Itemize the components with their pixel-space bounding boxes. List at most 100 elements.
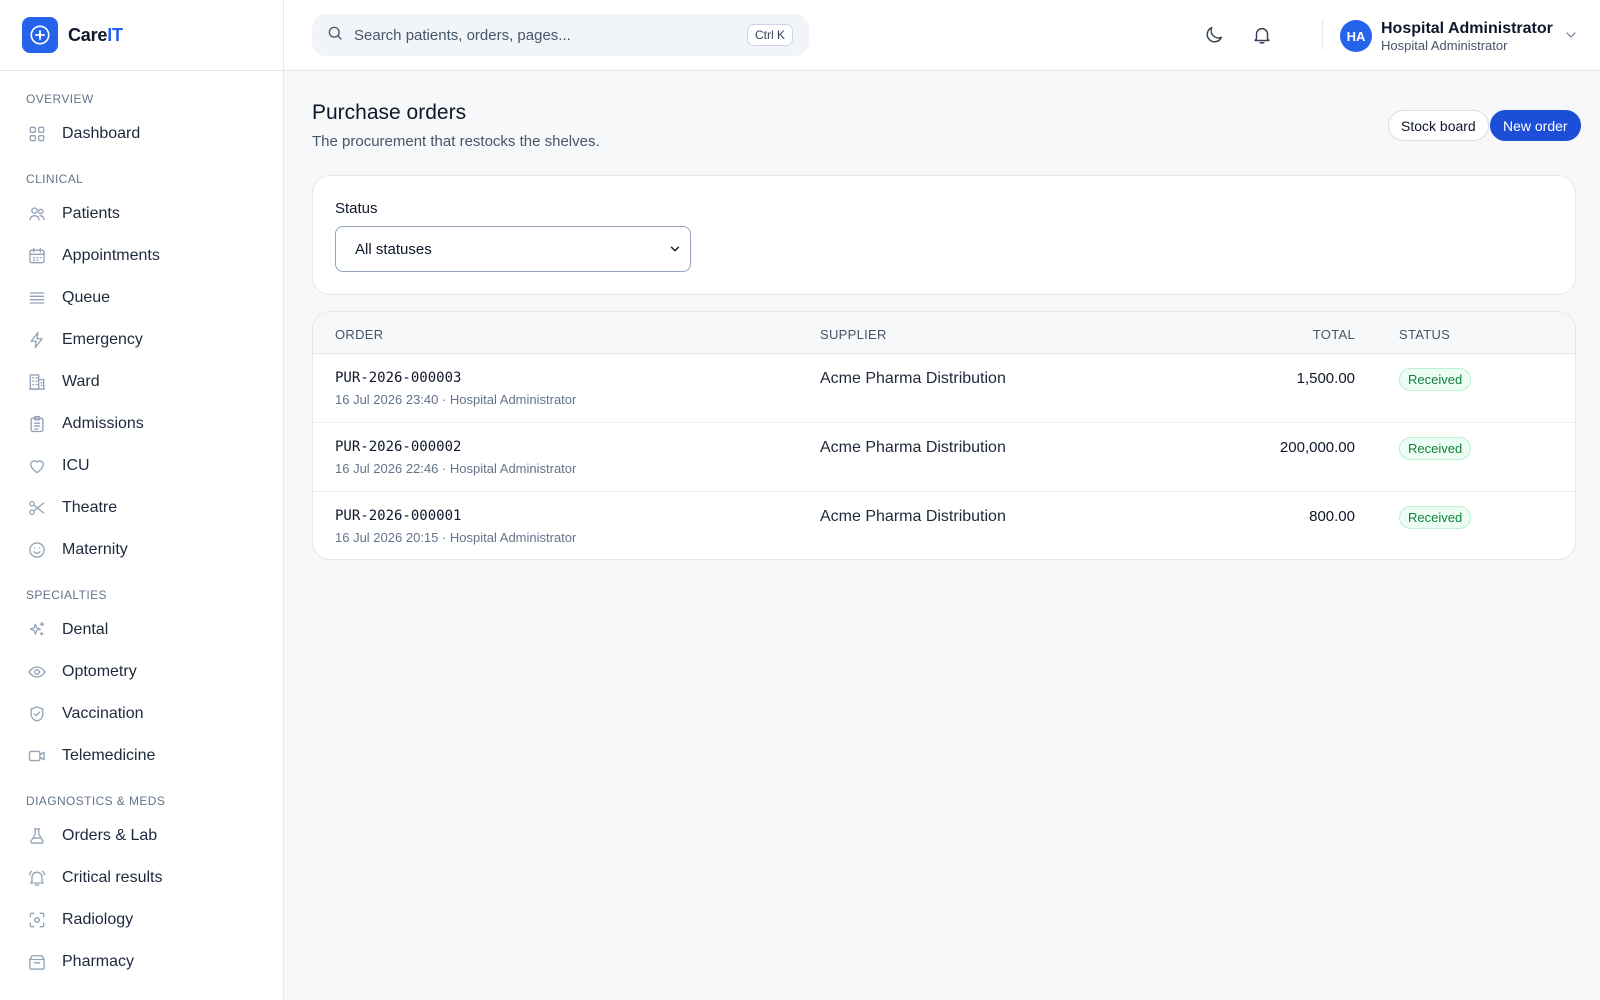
sidebar-item-ward[interactable]: Ward bbox=[0, 361, 283, 403]
sidebar-nav: OVERVIEW Dashboard CLINICAL Patients App… bbox=[0, 71, 283, 983]
bell-icon[interactable] bbox=[1249, 22, 1275, 48]
column-header-order[interactable]: ORDER bbox=[335, 327, 383, 342]
sidebar-item-label: ICU bbox=[62, 457, 90, 474]
sidebar-item-emergency[interactable]: Emergency bbox=[0, 319, 283, 361]
status-filter-label: Status bbox=[335, 200, 378, 217]
topbar-divider bbox=[1322, 20, 1323, 50]
sidebar-item-telemedicine[interactable]: Telemedicine bbox=[0, 735, 283, 777]
new-order-button[interactable]: New order bbox=[1490, 110, 1581, 141]
order-total: 200,000.00 bbox=[1279, 439, 1355, 456]
nav-heading: DIAGNOSTICS & MEDS bbox=[26, 794, 166, 808]
user-info: Hospital Administrator Hospital Administ… bbox=[1381, 19, 1553, 54]
search-input[interactable] bbox=[354, 26, 734, 44]
sidebar-item-label: Maternity bbox=[62, 541, 128, 558]
sidebar-item-label: Orders & Lab bbox=[62, 827, 158, 844]
scan-icon bbox=[26, 909, 48, 931]
column-header-supplier[interactable]: SUPPLIER bbox=[820, 327, 887, 342]
status-filter-value: All statuses bbox=[355, 240, 432, 258]
sidebar-item-admissions[interactable]: Admissions bbox=[0, 403, 283, 445]
clipboard-icon bbox=[26, 413, 48, 435]
status-filter-select[interactable]: All statuses bbox=[335, 226, 691, 272]
table-header: ORDER SUPPLIER TOTAL STATUS bbox=[313, 312, 1575, 354]
user-role: Hospital Administrator bbox=[1381, 37, 1508, 53]
main-content: Purchase orders The procurement that res… bbox=[284, 71, 1600, 1000]
sidebar-item-orders-lab[interactable]: Orders & Lab bbox=[0, 815, 283, 857]
order-total: 800.00 bbox=[1309, 508, 1355, 525]
brand-name-prefix: Care bbox=[68, 24, 108, 45]
search-shortcut-hint: Ctrl K bbox=[747, 24, 793, 46]
brand-name: CareIT bbox=[68, 25, 123, 46]
nav-heading: SPECIALTIES bbox=[26, 588, 107, 602]
chevron-down-icon bbox=[1563, 27, 1579, 48]
sidebar-item-label: Dashboard bbox=[62, 125, 141, 142]
supplier-name: Acme Pharma Distribution bbox=[820, 439, 1006, 456]
sidebar-item-icu[interactable]: ICU bbox=[0, 445, 283, 487]
moon-icon[interactable] bbox=[1201, 22, 1227, 48]
nav-heading: OVERVIEW bbox=[26, 92, 94, 106]
search-box[interactable]: Ctrl K bbox=[312, 14, 809, 56]
order-meta: 16 Jul 2026 23:40 · Hospital Administrat… bbox=[335, 392, 577, 407]
sidebar-item-theatre[interactable]: Theatre bbox=[0, 487, 283, 529]
sidebar-item-dental[interactable]: Dental bbox=[0, 609, 283, 651]
sidebar: CareIT OVERVIEW Dashboard CLINICAL Patie… bbox=[0, 0, 284, 1000]
user-menu[interactable]: HA Hospital Administrator Hospital Admin… bbox=[1340, 16, 1579, 56]
order-number[interactable]: PUR-2026-000001 bbox=[335, 508, 461, 524]
sidebar-item-label: Queue bbox=[62, 289, 111, 306]
order-meta: 16 Jul 2026 22:46 · Hospital Administrat… bbox=[335, 461, 577, 476]
heart-icon bbox=[26, 455, 48, 477]
table-row[interactable]: PUR-2026-000002 16 Jul 2026 22:46 · Hosp… bbox=[313, 423, 1575, 492]
calendar-icon bbox=[26, 245, 48, 267]
grid-icon bbox=[26, 123, 48, 145]
brand[interactable]: CareIT bbox=[0, 0, 283, 71]
topbar: Ctrl K HA Hospital Administrator Hospita… bbox=[284, 0, 1600, 71]
sidebar-item-label: Optometry bbox=[62, 663, 137, 680]
plus-logo-icon bbox=[22, 17, 58, 53]
avatar: HA bbox=[1340, 20, 1372, 52]
status-badge: Received bbox=[1399, 437, 1472, 460]
sidebar-item-vaccination[interactable]: Vaccination bbox=[0, 693, 283, 735]
sidebar-item-maternity[interactable]: Maternity bbox=[0, 529, 283, 571]
nav-section-specialties: SPECIALTIES Dental Optometry Vaccination… bbox=[0, 585, 283, 777]
order-meta: 16 Jul 2026 20:15 · Hospital Administrat… bbox=[335, 530, 577, 545]
column-header-total[interactable]: TOTAL bbox=[1313, 327, 1355, 342]
sidebar-item-label: Appointments bbox=[62, 247, 160, 264]
stock-board-button[interactable]: Stock board bbox=[1388, 110, 1489, 141]
page-subtitle: The procurement that restocks the shelve… bbox=[312, 133, 600, 150]
sidebar-item-label: Dental bbox=[62, 621, 109, 638]
sidebar-item-label: Pharmacy bbox=[62, 953, 135, 970]
user-name: Hospital Administrator bbox=[1381, 19, 1553, 37]
sidebar-item-label: Critical results bbox=[62, 869, 163, 886]
sparkles-icon bbox=[26, 619, 48, 641]
sidebar-item-patients[interactable]: Patients bbox=[0, 193, 283, 235]
supplier-name: Acme Pharma Distribution bbox=[820, 370, 1006, 387]
bell-alert-icon bbox=[26, 867, 48, 889]
page-title: Purchase orders bbox=[312, 101, 467, 124]
sidebar-item-queue[interactable]: Queue bbox=[0, 277, 283, 319]
order-total: 1,500.00 bbox=[1296, 370, 1355, 387]
sidebar-item-radiology[interactable]: Radiology bbox=[0, 899, 283, 941]
order-number[interactable]: PUR-2026-000003 bbox=[335, 370, 461, 386]
sidebar-item-pharmacy[interactable]: Pharmacy bbox=[0, 941, 283, 983]
sidebar-item-optometry[interactable]: Optometry bbox=[0, 651, 283, 693]
sidebar-item-label: Admissions bbox=[62, 415, 144, 432]
sidebar-item-critical-results[interactable]: Critical results bbox=[0, 857, 283, 899]
sidebar-item-appointments[interactable]: Appointments bbox=[0, 235, 283, 277]
sidebar-item-label: Radiology bbox=[62, 911, 134, 928]
sidebar-item-dashboard[interactable]: Dashboard bbox=[0, 113, 283, 155]
order-number[interactable]: PUR-2026-000002 bbox=[335, 439, 461, 455]
column-header-status[interactable]: STATUS bbox=[1399, 327, 1450, 342]
sidebar-item-label: Ward bbox=[62, 373, 100, 390]
nav-section-diagnostics: DIAGNOSTICS & MEDS Orders & Lab Critical… bbox=[0, 791, 283, 983]
sidebar-item-label: Theatre bbox=[62, 499, 118, 516]
lightning-icon bbox=[26, 329, 48, 351]
shield-check-icon bbox=[26, 703, 48, 725]
brand-name-accent: IT bbox=[107, 24, 123, 45]
nav-section-overview: OVERVIEW Dashboard bbox=[0, 89, 283, 155]
video-icon bbox=[26, 745, 48, 767]
users-icon bbox=[26, 203, 48, 225]
sidebar-item-label: Telemedicine bbox=[62, 747, 156, 764]
smile-icon bbox=[26, 539, 48, 561]
orders-table: ORDER SUPPLIER TOTAL STATUS PUR-2026-000… bbox=[312, 311, 1576, 560]
table-row[interactable]: PUR-2026-000001 16 Jul 2026 20:15 · Hosp… bbox=[313, 492, 1575, 559]
table-row[interactable]: PUR-2026-000003 16 Jul 2026 23:40 · Hosp… bbox=[313, 354, 1575, 423]
